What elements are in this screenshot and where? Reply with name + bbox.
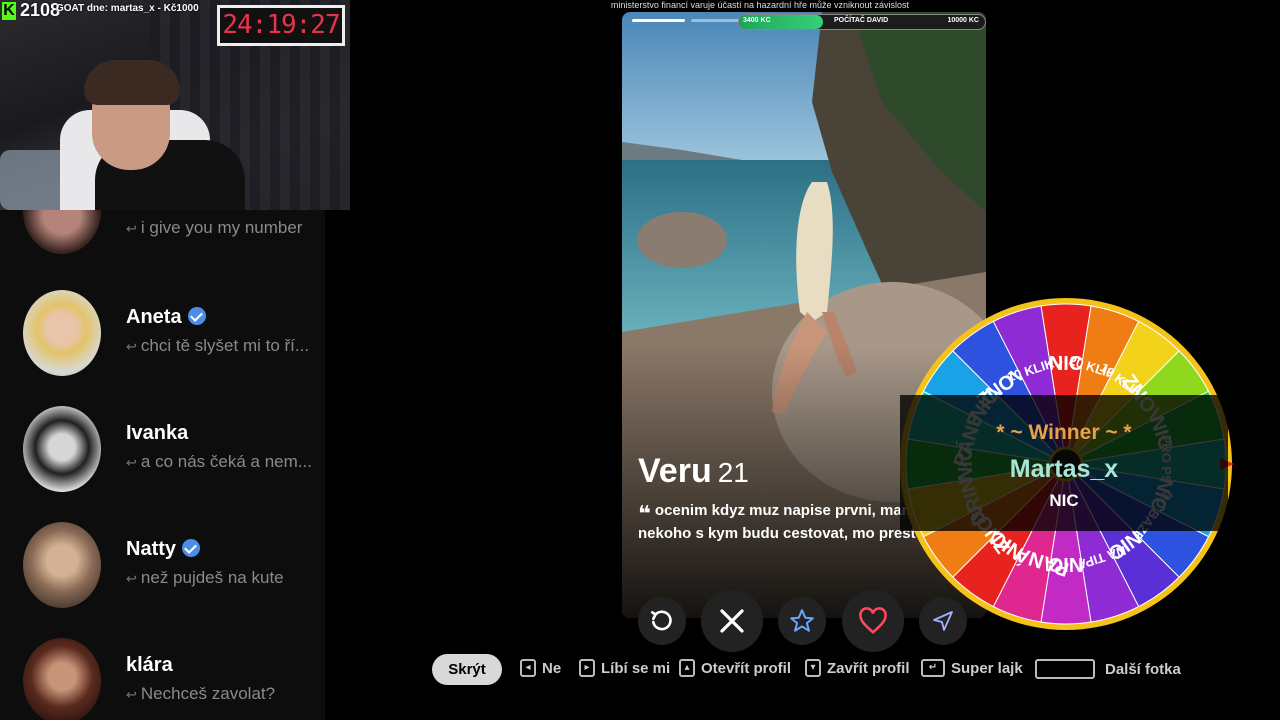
hint-label: Otevřít profil <box>701 659 792 677</box>
heart-icon <box>859 607 887 634</box>
quote-icon: ❝ <box>638 501 651 526</box>
gambling-disclaimer: ministerstvo financí varuje účastí na ha… <box>610 0 910 10</box>
winner-prize: NIC <box>1049 491 1079 510</box>
hint-super-like[interactable]: ↵ Super lajk <box>921 659 1023 677</box>
close-icon <box>720 609 744 633</box>
kick-logo-icon: K <box>2 2 16 20</box>
nope-button[interactable] <box>701 590 763 652</box>
enter-key-icon: ↵ <box>921 659 945 677</box>
chat-message-preview: chci tě slyšet mi to ří... <box>140 336 310 355</box>
hint-no[interactable]: ◂ Ne <box>520 659 561 677</box>
hint-next-photo[interactable]: Další fotka <box>1035 659 1181 679</box>
avatar <box>23 638 101 720</box>
hint-label: Další fotka <box>1105 660 1181 678</box>
hint-label: Líbí se mi <box>601 659 671 677</box>
winner-label: * ~ Winner ~ * <box>996 421 1132 444</box>
webcam-person-hair <box>84 60 180 105</box>
reply-icon: ↩ <box>126 339 137 354</box>
profile-age: 21 <box>717 457 749 488</box>
reply-icon: ↩ <box>126 221 137 236</box>
chat-item-natty[interactable]: Natty ↩ než pujdeš na kute <box>0 522 325 638</box>
hint-label: Super lajk <box>951 659 1023 677</box>
arrow-down-key-icon: ▾ <box>805 659 821 677</box>
chat-list: ↩ i give you my number Aneta ↩ chci tě sly… <box>0 210 325 720</box>
hint-label: Zavřít profil <box>827 659 910 677</box>
arrow-left-key-icon: ◂ <box>520 659 536 677</box>
hint-like[interactable]: ▸ Líbí se mi <box>579 659 670 677</box>
chat-message-preview: a co nás čeká a nem... <box>140 452 312 471</box>
space-key-icon <box>1035 659 1095 679</box>
photo-progress-segment <box>632 19 686 22</box>
chat-item-klara[interactable]: klára ↩ Nechceš zavolat? <box>0 638 325 720</box>
chat-item[interactable]: ↩ i give you my number <box>0 210 325 284</box>
hide-button[interactable]: Skrýt <box>432 654 502 685</box>
verified-badge-icon <box>187 307 206 325</box>
chat-item-aneta[interactable]: Aneta ↩ chci tě slyšet mi to ří... <box>0 290 325 406</box>
profile-name: Veru <box>638 452 712 490</box>
chat-message-preview: i give you my number <box>140 218 303 237</box>
stream-timer-box: 24:19:27 <box>217 5 345 46</box>
viewer-count: 2108 <box>20 0 61 20</box>
chat-message-preview: než pujdeš na kute <box>140 568 284 587</box>
reply-icon: ↩ <box>126 455 137 470</box>
rewind-button[interactable] <box>638 597 686 645</box>
avatar <box>23 290 101 376</box>
hint-label: Ne <box>542 659 562 677</box>
chat-name: Aneta <box>126 306 182 328</box>
winner-overlay: * ~ Winner ~ * Martas_x NIC <box>900 395 1228 531</box>
chat-name: Natty <box>126 538 177 560</box>
arrow-right-key-icon: ▸ <box>579 659 595 677</box>
verified-badge-icon <box>182 539 201 557</box>
chat-name: klára <box>126 654 173 676</box>
donation-goal-bar: 3400 KC POČÍTAČ DAVID 10000 KC <box>738 14 986 30</box>
chat-message-preview: Nechceš zavolat? <box>140 684 276 703</box>
chat-item-ivanka[interactable]: Ivanka ↩ a co nás čeká a nem... <box>0 406 325 522</box>
winner-name: Martas_x <box>1009 455 1119 483</box>
arrow-up-key-icon: ▴ <box>679 659 695 677</box>
goal-target-amount: 10000 KC <box>947 17 979 24</box>
hint-close-profile[interactable]: ▾ Zavřít profil <box>805 659 910 677</box>
photo-progress-segment <box>691 19 745 22</box>
reply-icon: ↩ <box>126 687 137 702</box>
super-like-button[interactable] <box>778 597 826 645</box>
avatar <box>23 522 101 608</box>
rewind-icon <box>650 610 672 631</box>
goal-title: POČÍTAČ DAVID <box>834 17 889 24</box>
goal-current-amount: 3400 KC <box>743 17 771 24</box>
goat-of-day-text: GOAT dne: martas_x - Kč1000 <box>56 3 199 14</box>
avatar <box>23 210 101 254</box>
star-icon <box>790 609 814 632</box>
avatar <box>23 406 101 492</box>
like-button[interactable] <box>842 590 904 652</box>
chat-name: Ivanka <box>126 422 189 444</box>
hint-open-profile[interactable]: ▴ Otevřít profil <box>679 659 791 677</box>
stream-timer: 24:19:27 <box>222 10 340 40</box>
reply-icon: ↩ <box>126 571 137 586</box>
